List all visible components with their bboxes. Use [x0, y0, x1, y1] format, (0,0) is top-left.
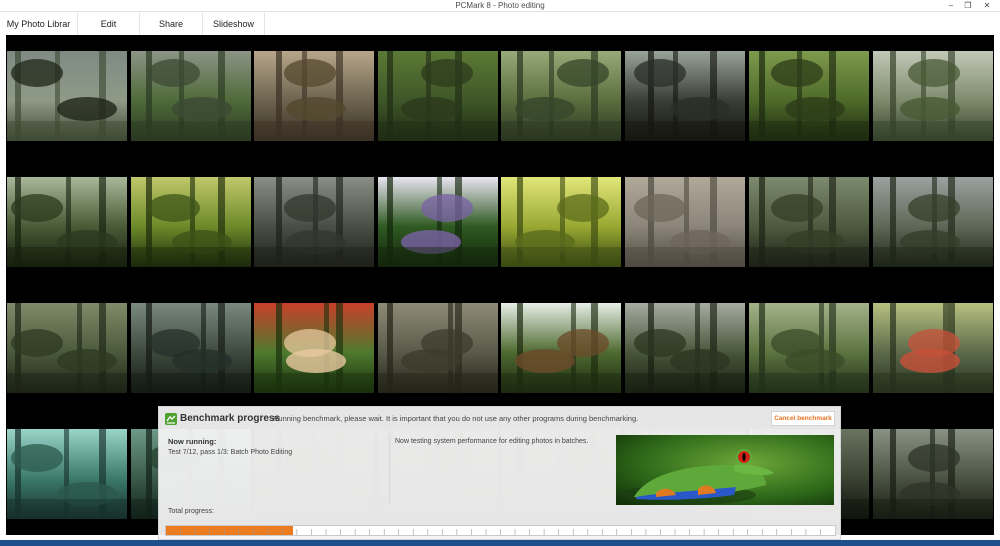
close-button[interactable]: ✕: [980, 0, 994, 11]
photo-sunlit-jungle[interactable]: [501, 177, 621, 267]
title-bar: PCMark 8 - Photo editing – ❐ ✕: [0, 0, 1000, 12]
photo-palm-forest[interactable]: [131, 177, 251, 267]
panel-title: Benchmark progress: [180, 413, 281, 424]
photo-vine-forest[interactable]: [378, 303, 498, 393]
photo-foggy-canopy[interactable]: [625, 177, 745, 267]
photo-lily-pads[interactable]: [873, 303, 993, 393]
tab-slideshow[interactable]: Slideshow: [203, 13, 265, 35]
photo-waterfall[interactable]: [501, 303, 621, 393]
tab-bar: My Photo Librar Edit Share Slideshow: [0, 13, 1000, 35]
photo-red-flower[interactable]: [254, 303, 374, 393]
taskbar: [0, 540, 1000, 546]
now-running-label: Now running:: [168, 437, 217, 446]
test-description: Now testing system performance for editi…: [395, 438, 589, 445]
benchmark-progress-panel: Benchmark progress Running benchmark, pl…: [158, 406, 841, 540]
photo-flooded-forest[interactable]: [625, 51, 745, 141]
tab-my-photo-library[interactable]: My Photo Librar: [0, 13, 78, 35]
progress-ticks: [180, 529, 821, 535]
photo-hanging-vines[interactable]: [749, 303, 869, 393]
photo-forest-canopy[interactable]: [501, 51, 621, 141]
benchmark-message: Running benchmark, please wait. It is im…: [273, 414, 639, 423]
photo-swamp-trees[interactable]: [749, 177, 869, 267]
photo-mangrove-lagoon[interactable]: [7, 429, 127, 519]
benchmark-logo-icon: [165, 413, 177, 425]
photo-palm-grove[interactable]: [7, 303, 127, 393]
frog-image: [616, 435, 834, 505]
photo-passion-flower[interactable]: [378, 177, 498, 267]
current-test-text: Test 7/12, pass 1/3: Batch Photo Editing: [168, 449, 293, 456]
photo-misty-hills[interactable]: [873, 51, 993, 141]
photo-misty-branches[interactable]: [131, 303, 251, 393]
photo-mossy-trees[interactable]: [378, 51, 498, 141]
minimize-button[interactable]: –: [944, 0, 958, 11]
restore-button[interactable]: ❐: [961, 0, 975, 11]
photo-tall-trees[interactable]: [873, 429, 993, 519]
tab-edit[interactable]: Edit: [78, 13, 140, 35]
photo-rocky-stream[interactable]: [625, 303, 745, 393]
photo-cave-arch[interactable]: [254, 51, 374, 141]
total-progress-label: Total progress:: [168, 508, 214, 515]
photo-tree-roots[interactable]: [7, 177, 127, 267]
cancel-benchmark-button[interactable]: Cancel benchmark: [771, 411, 835, 426]
photo-overcast-jungle[interactable]: [873, 177, 993, 267]
photo-dark-river[interactable]: [254, 177, 374, 267]
tab-share[interactable]: Share: [140, 13, 203, 35]
panel-divider: [389, 434, 390, 504]
photo-fern-tree[interactable]: [749, 51, 869, 141]
panel-header: Benchmark progress Running benchmark, pl…: [159, 407, 840, 431]
photo-jungle-river[interactable]: [7, 51, 127, 141]
total-progress-bar: [165, 525, 836, 536]
photo-creek-rocks[interactable]: [131, 51, 251, 141]
window-title: PCMark 8 - Photo editing: [455, 1, 545, 10]
